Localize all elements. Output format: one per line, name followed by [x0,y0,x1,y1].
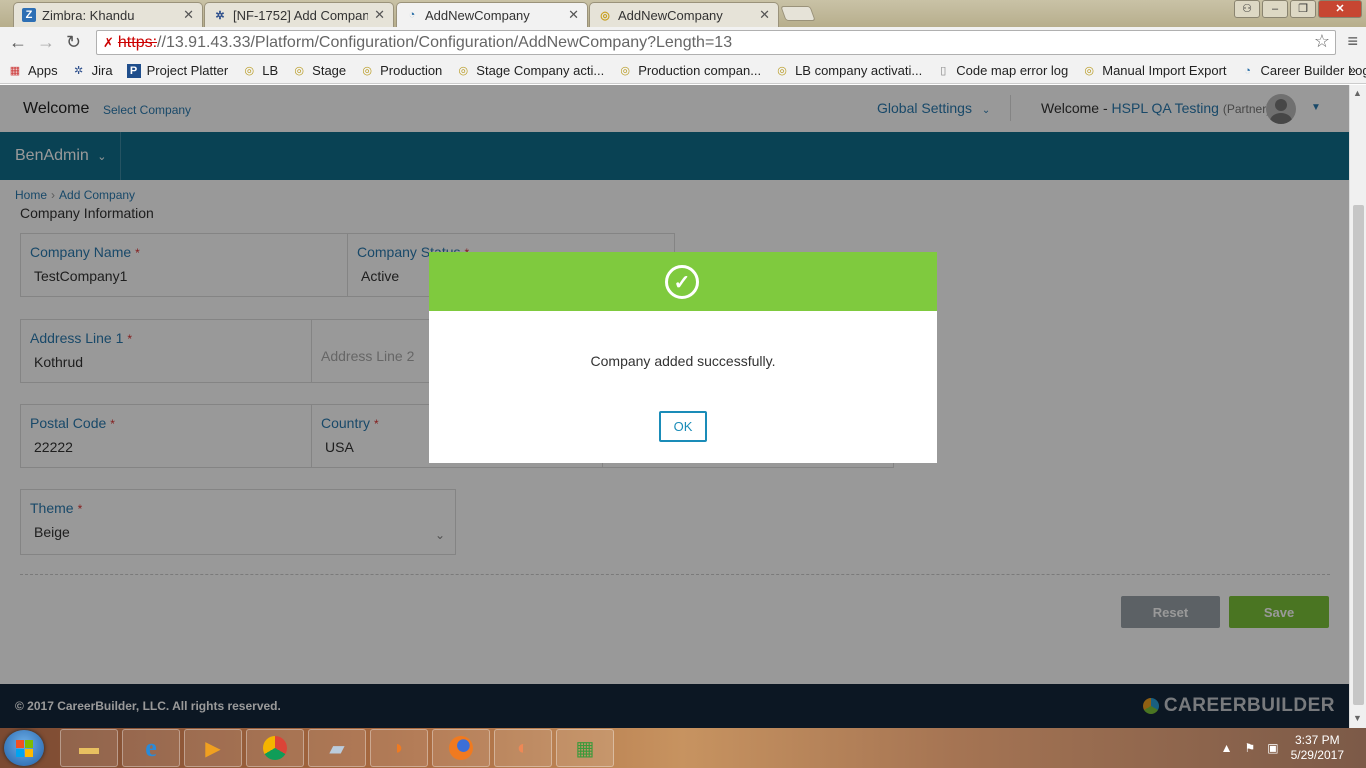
action-center-flag-icon[interactable]: ⚑ [1245,741,1256,755]
url-path: //13.91.43.33/Platform/Configuration/Con… [157,33,733,51]
browser-tab-strip: Z Zimbra: Khandu ✕ ✲ [NF-1752] Add Compa… [0,0,1366,27]
spreadsheet-icon[interactable]: ▦ [556,729,614,767]
dialog-header: ✓ [429,252,937,311]
bookmark-production-company[interactable]: ◎ Production compan... [618,63,761,78]
browser-menu-icon[interactable]: ≡ [1347,31,1358,52]
close-tab-icon[interactable]: ✕ [568,7,579,23]
bookmarks-bar: ▦ Apps ✲ Jira P Project Platter ◎ LB ◎ Stage … [0,58,1366,84]
bookmark-project-platter[interactable]: P Project Platter [126,63,228,78]
tab-label: AddNewCompany [425,7,530,23]
document-icon: ▯ [940,65,947,77]
chrome-icon[interactable] [246,729,304,767]
bookmark-code-map[interactable]: ▯ Code map error log [936,63,1068,78]
scroll-up-icon[interactable]: ▲ [1353,88,1362,98]
network-icon[interactable]: ▣ [1267,741,1278,755]
jira-icon: ✲ [74,65,84,77]
tab-label: [NF-1752] Add Company [233,7,369,23]
firefox-icon[interactable] [432,729,490,767]
close-tab-icon[interactable]: ✕ [759,7,770,23]
jira-icon: ✲ [215,9,225,22]
minimize-button[interactable]: – [1262,0,1288,18]
bookmark-lb[interactable]: ◎ LB [242,63,278,78]
bookmark-career-builder[interactable]: ◔Career Builder Login... [1241,63,1366,78]
address-bar-row: ← → ↻ ✗ https://13.91.43.33/Platform/Con… [0,27,1366,58]
tab-addnewcompany[interactable]: ◎ AddNewCompany ✕ [589,2,779,27]
site-icon: ◎ [362,65,372,77]
site-icon: ◎ [244,65,255,77]
explorer-icon[interactable]: ▬ [60,729,118,767]
internet-explorer-icon[interactable]: e [122,729,180,767]
forward-icon[interactable]: → [37,32,55,53]
dialog-message: Company added successfully. [590,353,776,369]
site-icon: ◎ [1084,65,1095,77]
platter-icon: P [126,63,141,78]
page-scrollbar[interactable]: ▲ ▼ [1349,85,1366,728]
apps-grid-icon: ▦ [9,65,21,77]
bookmark-star-icon[interactable]: ☆ [1314,31,1330,52]
app-flame-icon[interactable]: ◗ [370,729,428,767]
scrollbar-thumb[interactable] [1353,205,1364,705]
window-controls: ⚇ – ❐ ✕ [1234,0,1362,18]
new-tab-button[interactable] [780,6,816,21]
show-hidden-icons[interactable]: ▲ [1221,741,1233,755]
bookmark-stage[interactable]: ◎ Stage [292,63,346,78]
bookmark-lb-company[interactable]: ◎ LB company activati... [775,63,922,78]
clock[interactable]: 3:37 PM 5/29/2017 [1291,733,1344,763]
start-button[interactable] [4,730,44,766]
system-tray: ▲ ⚑ ▣ 3:37 PM 5/29/2017 [1221,728,1366,768]
maximize-button[interactable]: ❐ [1290,0,1316,18]
tab-label: Zimbra: Khandu [42,7,135,23]
windows-logo-icon [15,739,33,757]
page-content: Welcome Select Company Global Settings ⌄… [0,85,1349,728]
notepad-icon[interactable]: ▰ [308,729,366,767]
url-input[interactable]: ✗ https://13.91.43.33/Platform/Configura… [96,30,1336,55]
clock-time: 3:37 PM [1294,733,1340,747]
more-bookmarks-icon[interactable]: » [1349,62,1356,77]
tab-jira[interactable]: ✲ [NF-1752] Add Company ✕ [204,2,394,27]
windows-taskbar: ▬ e ▶ ▰ ◗ ◐ ▦ ▲ ⚑ ▣ 3:37 PM 5/29/2017 [0,728,1366,768]
tab-addnewcompany-active[interactable]: ◔ AddNewCompany ✕ [396,2,588,27]
tab-zimbra[interactable]: Z Zimbra: Khandu ✕ [13,2,203,27]
reload-icon[interactable]: ↻ [66,32,81,53]
zimbra-icon: Z [22,8,36,22]
site-icon: ◎ [458,65,469,77]
paint-icon[interactable]: ◐ [494,729,552,767]
tab-label: AddNewCompany [618,7,723,23]
page-icon: ◔ [408,9,416,21]
close-tab-icon[interactable]: ✕ [183,7,194,23]
url-protocol: https: [117,33,158,51]
site-icon: ◎ [620,65,630,77]
bookmark-stage-company[interactable]: ◎ Stage Company acti... [456,63,604,78]
loading-icon: ◎ [600,9,610,22]
bookmark-jira[interactable]: ✲ Jira [72,63,113,78]
site-icon: ◎ [777,65,787,77]
bookmark-apps[interactable]: ▦ Apps [8,63,58,78]
media-player-icon[interactable]: ▶ [184,729,242,767]
insecure-lock-icon: ✗ [103,34,114,50]
success-dialog: ✓ Company added successfully. OK [429,252,937,463]
site-icon: ◎ [294,65,304,77]
bookmark-production[interactable]: ◎ Production [360,63,442,78]
bookmark-manual-import[interactable]: ◎ Manual Import Export [1082,63,1226,78]
clock-date: 5/29/2017 [1290,748,1344,762]
ok-button[interactable]: OK [659,411,707,442]
close-tab-icon[interactable]: ✕ [374,7,385,23]
back-icon[interactable]: ← [9,32,27,53]
scroll-down-icon[interactable]: ▼ [1353,713,1362,723]
user-icon[interactable]: ⚇ [1234,0,1260,18]
careerbuilder-icon: ◔ [1244,64,1251,77]
check-circle-icon: ✓ [665,265,699,299]
close-window-button[interactable]: ✕ [1318,0,1362,18]
